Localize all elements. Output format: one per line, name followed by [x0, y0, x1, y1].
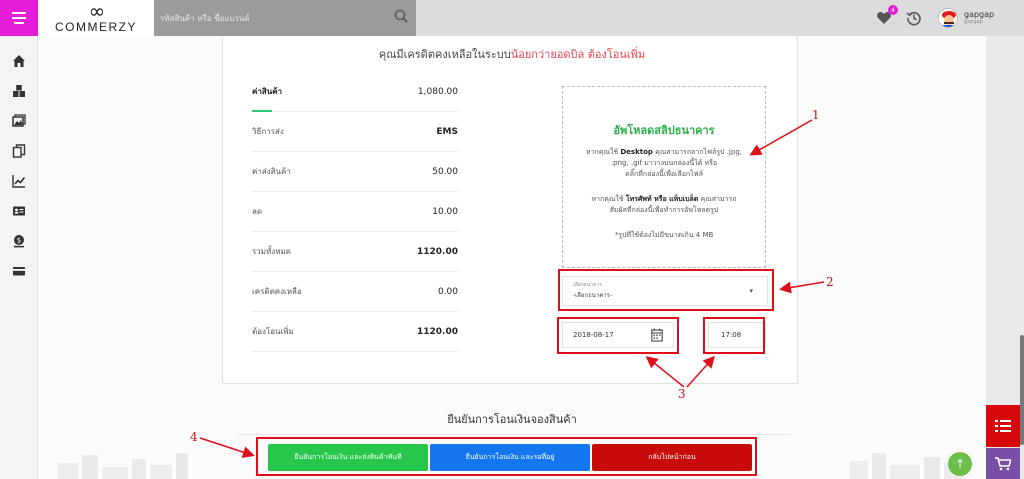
list-icon [995, 420, 1011, 432]
scrollbar[interactable] [1020, 335, 1024, 445]
cart-button[interactable] [986, 448, 1020, 479]
annotation-arrows [199, 119, 825, 458]
scroll-to-top-button[interactable]: ↑ [948, 452, 972, 476]
arrow-up-icon: ↑ [954, 457, 966, 471]
cart-list-button[interactable] [986, 405, 1020, 447]
cart-icon [995, 456, 1011, 470]
